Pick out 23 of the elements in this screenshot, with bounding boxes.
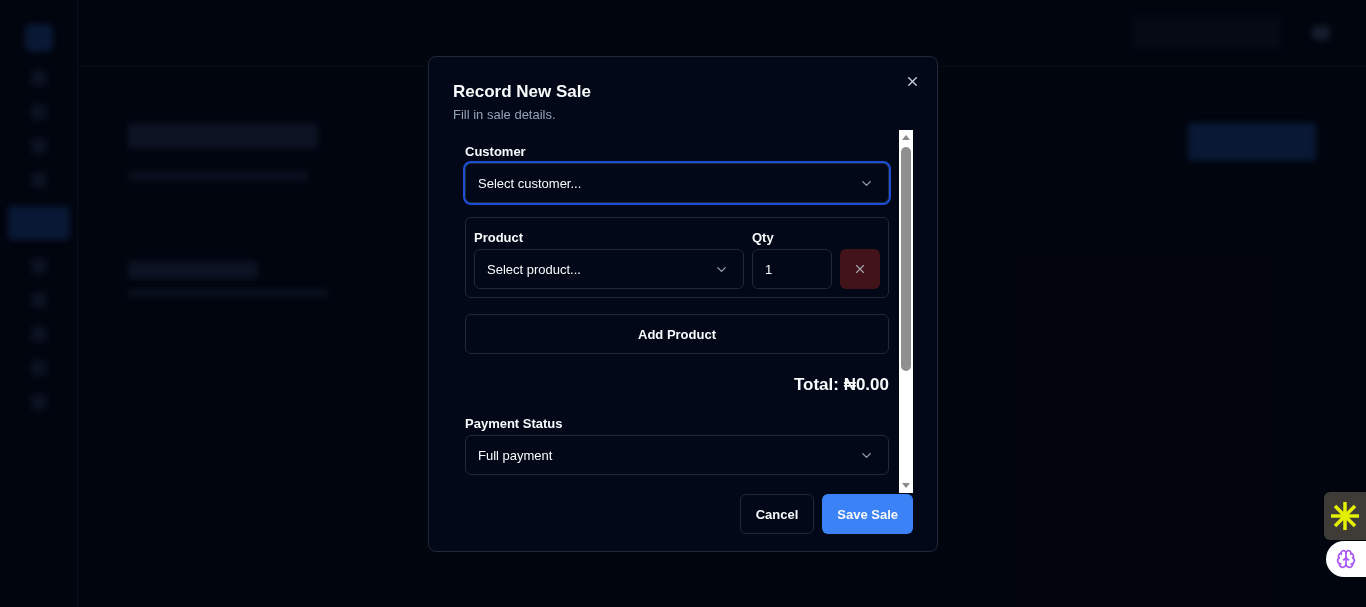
- widget-tab[interactable]: [1326, 541, 1366, 577]
- dialog-title: Record New Sale: [453, 81, 592, 103]
- quantity-field[interactable]: 1: [752, 249, 832, 289]
- close-icon: [853, 262, 867, 276]
- payment-status-select[interactable]: Full payment: [465, 435, 889, 475]
- blurred-icon: [1312, 26, 1330, 40]
- asterisk-icon: [1330, 501, 1360, 531]
- product-select[interactable]: Select product...: [474, 249, 744, 289]
- widget-tab[interactable]: [1324, 492, 1366, 540]
- save-button[interactable]: Save Sale: [822, 494, 913, 534]
- customer-select[interactable]: Select customer...: [465, 163, 889, 203]
- cancel-button[interactable]: Cancel: [739, 494, 815, 534]
- scrollbar[interactable]: [899, 130, 913, 493]
- field-label: Qty: [752, 230, 775, 246]
- total-amount: Total: ₦0.00: [793, 374, 889, 396]
- dialog-subtitle: Fill in sale details.: [453, 106, 557, 124]
- field-label: Customer: [465, 144, 527, 160]
- blurred-logo: [24, 24, 53, 52]
- blurred-nav-icon: [7, 206, 70, 240]
- add-product-button[interactable]: Add Product: [465, 314, 889, 354]
- field-label: Product: [474, 230, 525, 246]
- field-label: Payment Status: [465, 416, 564, 432]
- brain-icon: [1336, 549, 1356, 569]
